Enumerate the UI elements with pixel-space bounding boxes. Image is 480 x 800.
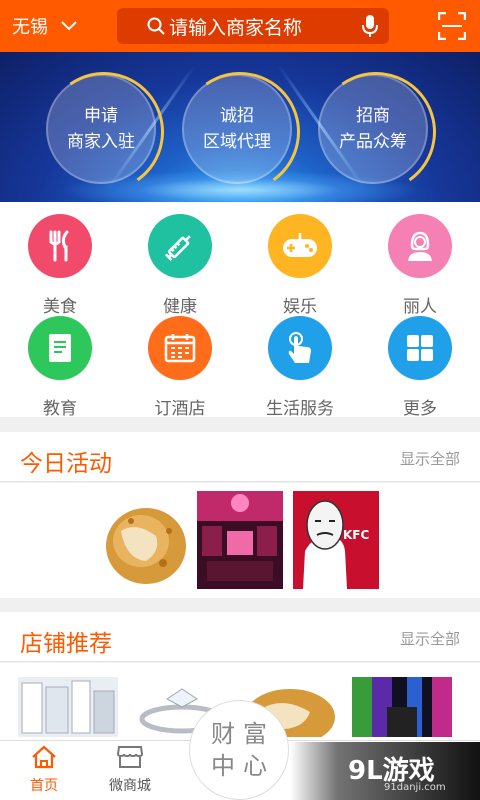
promo-banner: 申请 商家入驻 诚招 区域代理 招商 产品众筹 [0, 52, 480, 202]
category-label: 生活服务 [266, 399, 334, 419]
category-hotel[interactable]: 订酒店 [120, 316, 240, 419]
crowdfunding-button[interactable]: 招商 产品众筹 [318, 74, 428, 184]
city-label: 无锡 [12, 17, 48, 38]
tap-hand-icon [268, 316, 332, 380]
category-beauty[interactable]: 丽人 [360, 214, 480, 317]
scan-icon[interactable] [438, 12, 466, 40]
microphone-icon[interactable] [361, 14, 379, 38]
search-bar[interactable]: 请输入商家名称 [117, 8, 389, 44]
section-title: 店铺推荐 [20, 631, 112, 657]
gamepad-icon [268, 214, 332, 278]
woman-icon [388, 214, 452, 278]
activities-list: KFC [0, 483, 480, 598]
wealth-center-button[interactable]: 财富 中心 [189, 700, 289, 800]
section-title: 今日活动 [20, 451, 112, 477]
city-selector[interactable]: 无锡 [12, 13, 117, 39]
regional-agent-button[interactable]: 诚招 区域代理 [182, 74, 292, 184]
tab-micro-mall[interactable]: 微商城 [90, 745, 170, 795]
top-bar: 无锡 请输入商家名称 [0, 0, 480, 52]
category-health[interactable]: 健康 [120, 214, 240, 317]
category-entertainment[interactable]: 娱乐 [240, 214, 360, 317]
category-label: 订酒店 [154, 399, 206, 419]
activity-thumbnail[interactable] [197, 491, 283, 589]
book-icon [28, 316, 92, 380]
search-placeholder: 请输入商家名称 [169, 16, 303, 39]
shops-header: 店铺推荐 显示全部 [0, 612, 480, 662]
show-all-link[interactable]: 显示全部 [400, 448, 460, 469]
apply-merchant-button[interactable]: 申请 商家入驻 [46, 74, 156, 184]
activity-thumbnail[interactable]: KFC [293, 491, 379, 589]
category-more[interactable]: 更多 [360, 316, 480, 419]
tab-home[interactable]: 首页 [4, 745, 84, 795]
category-label: 美食 [43, 297, 77, 317]
tab-label: 首页 [30, 778, 58, 794]
grid-icon [388, 316, 452, 380]
search-icon [147, 17, 165, 35]
site-watermark: 9L游戏 91danji.com [290, 742, 480, 800]
syringe-icon [148, 214, 212, 278]
category-label: 娱乐 [283, 297, 317, 317]
tab-label: 微商城 [109, 778, 151, 794]
activity-thumbnail[interactable] [101, 491, 187, 589]
category-label: 更多 [403, 399, 437, 419]
store-icon [116, 746, 144, 768]
show-all-link[interactable]: 显示全部 [400, 628, 460, 649]
calendar-icon [148, 316, 212, 380]
category-label: 健康 [163, 297, 197, 317]
category-food[interactable]: 美食 [0, 214, 120, 317]
category-life-services[interactable]: 生活服务 [240, 316, 360, 419]
shop-thumbnail[interactable] [18, 677, 118, 737]
category-grid: 美食 健康 娱乐 丽人 教育 订酒店 生活服务 更多 [0, 202, 480, 419]
category-label: 教育 [43, 399, 77, 419]
category-education[interactable]: 教育 [0, 316, 120, 419]
home-icon [32, 745, 56, 769]
category-label: 丽人 [403, 297, 437, 317]
watermark-site: 91danji.com [384, 782, 446, 793]
kfc-logo-text: KFC [343, 528, 369, 542]
activities-header: 今日活动 显示全部 [0, 432, 480, 482]
shop-thumbnail[interactable] [352, 677, 452, 737]
fork-knife-icon [28, 214, 92, 278]
chevron-down-icon [61, 21, 77, 31]
